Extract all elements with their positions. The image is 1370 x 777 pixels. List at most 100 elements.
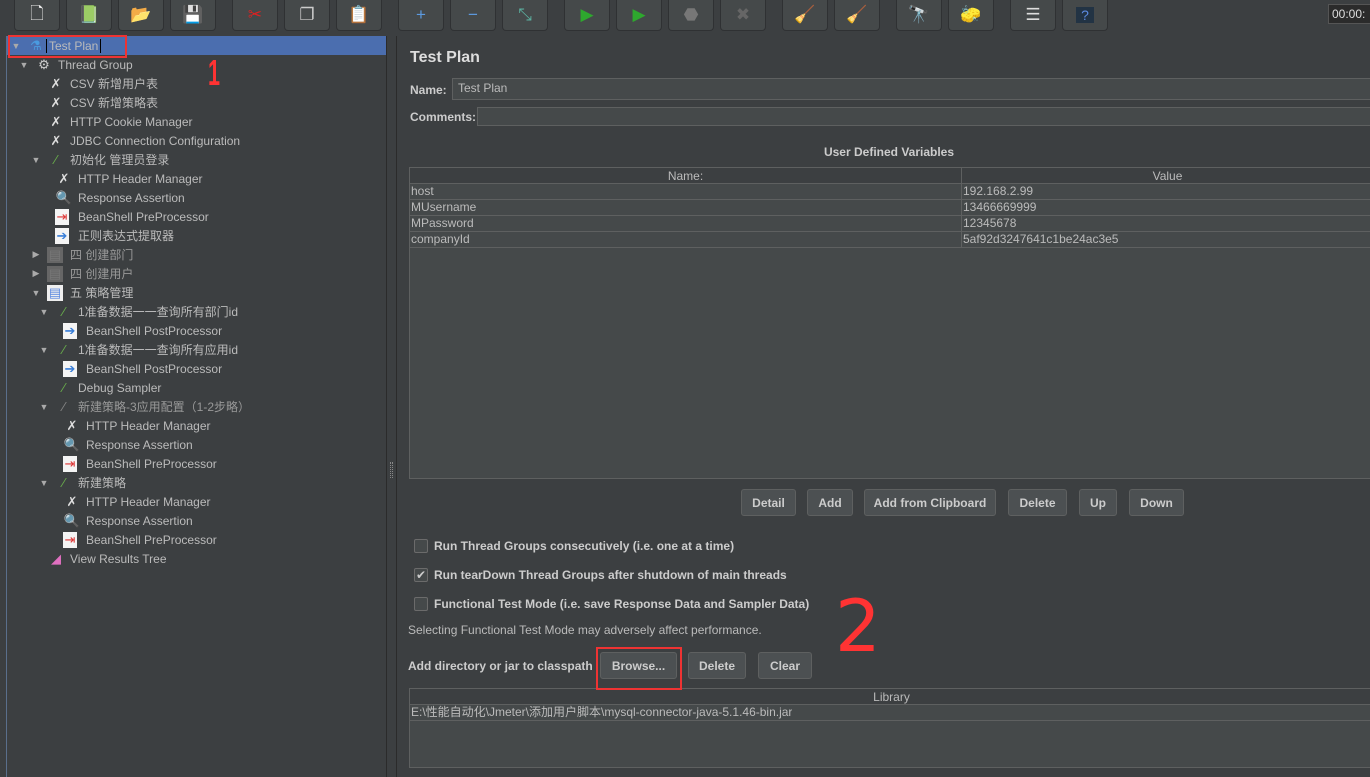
new-icon: 🗋 bbox=[30, 3, 44, 23]
delete-variable-button[interactable]: Delete bbox=[1008, 489, 1067, 516]
udv-value-cell[interactable]: 12345678 bbox=[962, 216, 1016, 231]
tree-node-label: CSV 新增用户表 bbox=[70, 77, 159, 91]
udv-row[interactable]: host 192.168.2.99 bbox=[410, 184, 1370, 200]
tree-node[interactable]: ▼ ⁄ 新建策略-3应用配置（1-2步略） bbox=[7, 397, 387, 416]
collapsed-arrow-icon[interactable]: ▶ bbox=[31, 268, 41, 279]
tree-node[interactable]: ▼ ⁄ 1准备数据一一查询所有应用id bbox=[7, 340, 387, 359]
tree-node[interactable]: ➔ BeanShell PostProcessor bbox=[7, 359, 387, 378]
udv-value-cell[interactable]: 192.168.2.99 bbox=[962, 184, 1033, 199]
assertion-magnifier-icon: 🔍 bbox=[63, 436, 81, 452]
tree-node[interactable]: ✗ HTTP Header Manager bbox=[7, 169, 387, 188]
add-from-clipboard-button[interactable]: Add from Clipboard bbox=[864, 489, 996, 516]
library-path-cell[interactable]: E:\性能自动化\Jmeter\添加用户脚本\mysql-connector-j… bbox=[410, 705, 792, 720]
expanded-arrow-icon[interactable]: ▼ bbox=[39, 307, 49, 317]
paste-button[interactable]: 📋 bbox=[336, 0, 382, 31]
checkbox[interactable]: ✔ bbox=[414, 568, 428, 582]
postprocessor-icon: ➔ bbox=[63, 360, 77, 377]
tree-node[interactable]: ◢ View Results Tree bbox=[7, 549, 387, 568]
split-pane-divider[interactable] bbox=[386, 36, 397, 777]
tree-node[interactable]: ▼ ⁄ 1准备数据一一查询所有部门id bbox=[7, 302, 387, 321]
udv-name-cell[interactable]: MPassword bbox=[410, 216, 962, 231]
library-row[interactable]: E:\性能自动化\Jmeter\添加用户脚本\mysql-connector-j… bbox=[410, 705, 1370, 721]
udv-name-cell[interactable]: MUsername bbox=[410, 200, 962, 215]
tree-node[interactable]: ✗ HTTP Header Manager bbox=[7, 416, 387, 435]
toggle-button[interactable]: ⤡ bbox=[502, 0, 548, 31]
tree-node[interactable]: ➔ 正则表达式提取器 bbox=[7, 226, 387, 245]
comments-input[interactable] bbox=[477, 107, 1370, 126]
checkbox-label[interactable]: Functional Test Mode (i.e. save Response… bbox=[434, 597, 809, 611]
tree-node[interactable]: ✗ HTTP Cookie Manager bbox=[7, 112, 387, 131]
clear-all-button[interactable]: 🧹 bbox=[834, 0, 880, 31]
udv-value-cell[interactable]: 13466669999 bbox=[962, 200, 1036, 215]
udv-column-name[interactable]: Name: bbox=[410, 168, 962, 183]
tree-node[interactable]: ▼ ⁄ 新建策略 bbox=[7, 473, 387, 492]
start-no-pauses-icon: ▶ bbox=[632, 5, 646, 24]
tree-node-label: CSV 新增策略表 bbox=[70, 96, 159, 110]
checkbox-label[interactable]: Run Thread Groups consecutively (i.e. on… bbox=[434, 539, 734, 553]
start-button[interactable]: ▶ bbox=[564, 0, 610, 31]
udv-table[interactable]: Name: Value host 192.168.2.99 MUsername 134… bbox=[409, 167, 1370, 479]
tree-node[interactable]: ⇥ BeanShell PreProcessor bbox=[7, 530, 387, 549]
tree-node[interactable]: 🔍 Response Assertion bbox=[7, 188, 387, 207]
tree-node[interactable]: ▶ ▤ 四 创建部门 bbox=[7, 245, 387, 264]
name-input[interactable]: Test Plan bbox=[452, 78, 1370, 100]
tree-node[interactable]: ✗ CSV 新增策略表 bbox=[7, 93, 387, 112]
new-button[interactable]: 🗋 bbox=[14, 0, 60, 31]
tree-node[interactable]: ⇥ BeanShell PreProcessor bbox=[7, 207, 387, 226]
copy-button[interactable]: ❐ bbox=[284, 0, 330, 31]
udv-row[interactable]: MUsername 13466669999 bbox=[410, 200, 1370, 216]
open-button[interactable]: 📂 bbox=[118, 0, 164, 31]
down-button[interactable]: Down bbox=[1129, 489, 1184, 516]
tree-node[interactable]: ➔ BeanShell PostProcessor bbox=[7, 321, 387, 340]
collapsed-arrow-icon[interactable]: ▶ bbox=[31, 249, 41, 260]
tree-node[interactable]: ▼ ⁄ 初始化 管理员登录 bbox=[7, 150, 387, 169]
tree-node[interactable]: 🔍 Response Assertion bbox=[7, 511, 387, 530]
udv-value-cell[interactable]: 5af92d3247641c1be24ac3e5 bbox=[962, 232, 1118, 247]
test-plan-tree[interactable]: ▼ ⚗ Test Plan ▼ ⚙ Thread Group ✗ CSV 新增用户表 ✗ CSV … bbox=[6, 36, 387, 777]
up-button[interactable]: Up bbox=[1079, 489, 1117, 516]
expanded-arrow-icon[interactable]: ▼ bbox=[39, 478, 49, 488]
save-button[interactable]: 💾 bbox=[170, 0, 216, 31]
reset-search-button[interactable]: 🧽 bbox=[948, 0, 994, 31]
tree-node[interactable]: ✗ JDBC Connection Configuration bbox=[7, 131, 387, 150]
udv-name-cell[interactable]: host bbox=[410, 184, 962, 199]
expand-button[interactable]: + bbox=[398, 0, 444, 31]
delete-classpath-button[interactable]: Delete bbox=[688, 652, 746, 679]
expanded-arrow-icon[interactable]: ▼ bbox=[39, 345, 49, 355]
help-button[interactable]: ? bbox=[1062, 0, 1108, 31]
function-helper-button[interactable]: ☰ bbox=[1010, 0, 1056, 31]
expanded-arrow-icon[interactable]: ▼ bbox=[19, 60, 29, 70]
expanded-arrow-icon[interactable]: ▼ bbox=[31, 288, 41, 298]
checkbox[interactable] bbox=[414, 539, 428, 553]
clear-button[interactable]: 🧹 bbox=[782, 0, 828, 31]
stop-button[interactable]: ⬣ bbox=[668, 0, 714, 31]
add-button[interactable]: Add bbox=[807, 489, 853, 516]
library-header[interactable]: Library bbox=[410, 689, 1370, 705]
expanded-arrow-icon[interactable]: ▼ bbox=[31, 155, 41, 165]
checkbox[interactable] bbox=[414, 597, 428, 611]
search-button[interactable]: 🔭 bbox=[896, 0, 942, 31]
collapse-button[interactable]: − bbox=[450, 0, 496, 31]
clear-classpath-button[interactable]: Clear bbox=[758, 652, 812, 679]
start-no-pauses-button[interactable]: ▶ bbox=[616, 0, 662, 31]
tree-node[interactable]: ⇥ BeanShell PreProcessor bbox=[7, 454, 387, 473]
detail-button[interactable]: Detail bbox=[741, 489, 796, 516]
tree-node[interactable]: 🔍 Response Assertion bbox=[7, 435, 387, 454]
tree-node[interactable]: ⁄ Debug Sampler bbox=[7, 378, 387, 397]
udv-row[interactable]: MPassword 12345678 bbox=[410, 216, 1370, 232]
library-table[interactable]: Library E:\性能自动化\Jmeter\添加用户脚本\mysql-con… bbox=[409, 688, 1370, 768]
templates-button[interactable]: 📗 bbox=[66, 0, 112, 31]
expanded-arrow-icon[interactable]: ▼ bbox=[39, 402, 49, 412]
splitter-grip-icon[interactable] bbox=[390, 462, 393, 478]
udv-name-cell[interactable]: companyId bbox=[410, 232, 962, 247]
udv-row[interactable]: companyId 5af92d3247641c1be24ac3e5 bbox=[410, 232, 1370, 248]
tree-node[interactable]: ✗ CSV 新增用户表 bbox=[7, 74, 387, 93]
tree-node[interactable]: ✗ HTTP Header Manager bbox=[7, 492, 387, 511]
checkbox-label[interactable]: Run tearDown Thread Groups after shutdow… bbox=[434, 568, 787, 582]
tree-node[interactable]: ▶ ▤ 四 创建用户 bbox=[7, 264, 387, 283]
tree-node[interactable]: ▼ ▤ 五 策略管理 bbox=[7, 283, 387, 302]
tree-node-label: Response Assertion bbox=[78, 190, 185, 205]
cut-button[interactable]: ✂ bbox=[232, 0, 278, 31]
udv-column-value[interactable]: Value bbox=[962, 168, 1370, 183]
shutdown-button[interactable]: ✖ bbox=[720, 0, 766, 31]
